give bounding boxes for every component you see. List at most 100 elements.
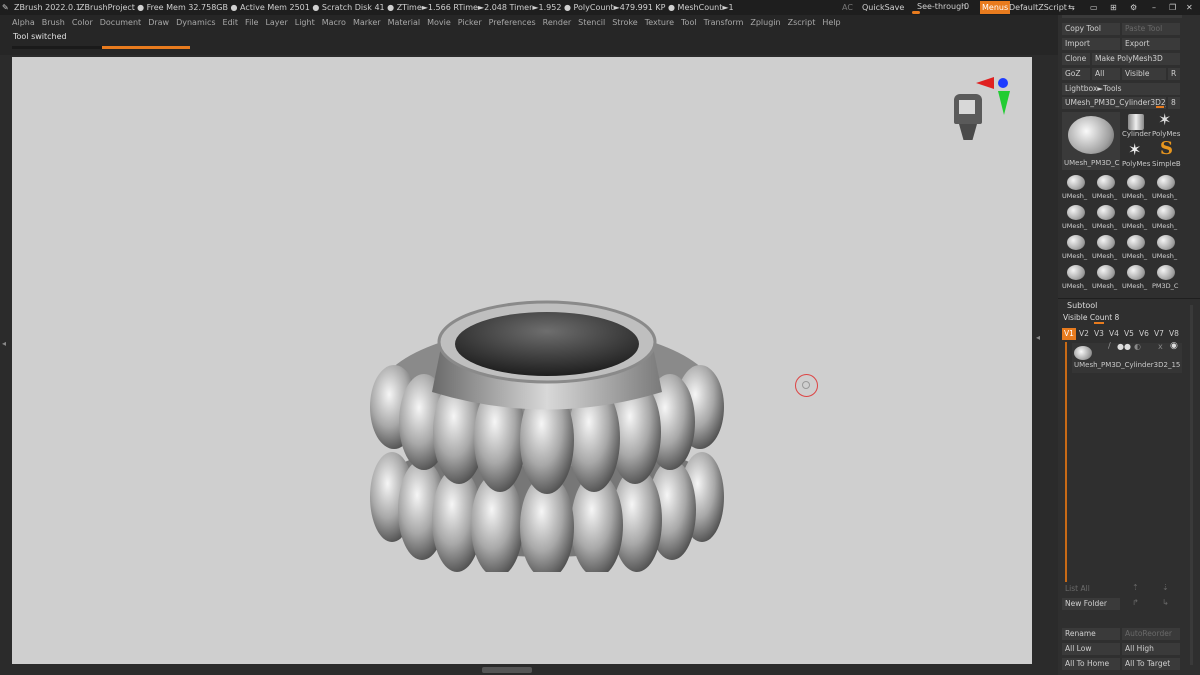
tool-thumb[interactable]: UMesh_ [1062, 202, 1090, 230]
quicksave-button[interactable]: QuickSave [862, 0, 904, 15]
restore-icon[interactable]: ❐ [1169, 0, 1176, 15]
left-shelf-toggle-icon[interactable]: ◂ [2, 339, 6, 348]
version-button-v8[interactable]: V8 [1167, 328, 1181, 340]
menu-item-draw[interactable]: Draw [148, 15, 169, 31]
canvas-viewport[interactable] [12, 57, 1032, 664]
version-button-v6[interactable]: V6 [1137, 328, 1151, 340]
layout-icon[interactable]: ▭ [1090, 0, 1098, 15]
autoreorder-button[interactable]: AutoReorder [1122, 628, 1180, 640]
menu-item-stroke[interactable]: Stroke [612, 15, 638, 31]
goz-button[interactable]: GoZ [1062, 68, 1090, 80]
tool-thumb[interactable]: UMesh_ [1152, 172, 1180, 200]
menu-item-dynamics[interactable]: Dynamics [176, 15, 215, 31]
version-button-v4[interactable]: V4 [1107, 328, 1121, 340]
menu-item-movie[interactable]: Movie [427, 15, 451, 31]
bottom-shelf-handle[interactable] [482, 667, 532, 673]
subtool-eye-icon[interactable]: ◉ [1170, 341, 1178, 351]
right-shelf-toggle-icon[interactable]: ◂ [1036, 333, 1040, 342]
menu-item-edit[interactable]: Edit [223, 15, 239, 31]
menu-item-zscript[interactable]: Zscript [788, 15, 816, 31]
polymesh-star-thumb-2[interactable]: ✶ PolyMes [1122, 140, 1150, 170]
tool-thumb[interactable]: UMesh_ [1062, 262, 1090, 290]
menu-item-picker[interactable]: Picker [458, 15, 482, 31]
menu-item-preferences[interactable]: Preferences [489, 15, 536, 31]
tool-thumb[interactable]: UMesh_ [1152, 232, 1180, 260]
settings-icon[interactable]: ⚙ [1130, 0, 1137, 15]
ac-toggle[interactable]: AC [842, 0, 853, 15]
all-to-target-button[interactable]: All To Target [1122, 658, 1180, 670]
view-icon[interactable]: ⊞ [1110, 0, 1117, 15]
tool-thumb[interactable]: UMesh_ [1092, 202, 1120, 230]
tool-thumb[interactable]: UMesh_ [1122, 202, 1150, 230]
subtool-half-icon[interactable]: ◐ [1134, 342, 1141, 351]
menu-item-texture[interactable]: Texture [645, 15, 674, 31]
layout-arrows-icon[interactable]: ⇆ [1068, 0, 1075, 15]
palette-scrollbar[interactable] [1190, 305, 1193, 665]
menu-item-marker[interactable]: Marker [353, 15, 381, 31]
minimize-icon[interactable]: – [1152, 0, 1156, 15]
goz-r-button[interactable]: R [1168, 68, 1180, 80]
copy-tool-button[interactable]: Copy Tool [1062, 23, 1120, 35]
new-folder-button[interactable]: New Folder [1062, 598, 1120, 610]
tool-thumb[interactable]: UMesh_ [1122, 232, 1150, 260]
tool-thumb[interactable]: UMesh_ [1092, 262, 1120, 290]
current-tool-slider[interactable]: UMesh_PM3D_Cylinder3D2_1 [1062, 97, 1166, 109]
version-button-v2[interactable]: V2 [1077, 328, 1091, 340]
tool-thumb[interactable]: UMesh_ [1122, 172, 1150, 200]
main-tool-thumbnail[interactable]: UMesh_PM3D_C [1062, 112, 1120, 170]
version-button-v7[interactable]: V7 [1152, 328, 1166, 340]
subtool-x-icon[interactable]: x [1158, 342, 1163, 351]
default-zscript-button[interactable]: DefaultZScript [1009, 0, 1067, 15]
clone-button[interactable]: Clone [1062, 53, 1090, 65]
make-polymesh-button[interactable]: Make PolyMesh3D [1092, 53, 1180, 65]
axis-gizmo[interactable] [972, 75, 1012, 117]
move-down-icon[interactable]: ⇣ [1162, 583, 1169, 592]
visible-count[interactable]: Visible Count 8 [1063, 313, 1119, 322]
subtool-scrollbar[interactable] [1065, 342, 1067, 582]
version-button-v5[interactable]: V5 [1122, 328, 1136, 340]
goz-visible-button[interactable]: Visible [1122, 68, 1166, 80]
menu-item-render[interactable]: Render [543, 15, 571, 31]
mesh-model[interactable] [362, 242, 732, 572]
arrow-down-right-icon[interactable]: ↳ [1162, 598, 1169, 607]
all-high-button[interactable]: All High [1122, 643, 1180, 655]
menu-item-color[interactable]: Color [72, 15, 93, 31]
subtool-item[interactable]: ∕ ●● ◐ x ◉ UMesh_PM3D_Cylinder3D2_15 [1072, 341, 1182, 373]
menu-item-macro[interactable]: Macro [322, 15, 346, 31]
simplebrush-thumb[interactable]: S SimpleB [1152, 138, 1181, 170]
tool-thumb[interactable]: UMesh_ [1062, 232, 1090, 260]
menu-item-tool[interactable]: Tool [681, 15, 697, 31]
goz-all-button[interactable]: All [1092, 68, 1120, 80]
all-to-home-button[interactable]: All To Home [1062, 658, 1120, 670]
menu-item-material[interactable]: Material [388, 15, 421, 31]
subtool-title[interactable]: Subtool [1067, 301, 1097, 310]
menu-item-document[interactable]: Document [100, 15, 141, 31]
menu-item-light[interactable]: Light [295, 15, 315, 31]
version-button-v3[interactable]: V3 [1092, 328, 1106, 340]
move-up-icon[interactable]: ⇡ [1132, 583, 1139, 592]
import-button[interactable]: Import [1062, 38, 1120, 50]
menu-item-file[interactable]: File [245, 15, 258, 31]
lightbox-tools-button[interactable]: Lightbox►Tools [1062, 83, 1180, 95]
list-all-button[interactable]: List All [1062, 583, 1120, 595]
menu-item-zplugin[interactable]: Zplugin [750, 15, 780, 31]
menu-item-alpha[interactable]: Alpha [12, 15, 35, 31]
subtool-brush-icon[interactable]: ∕ [1108, 341, 1111, 350]
tool-thumb[interactable]: UMesh_ [1062, 172, 1090, 200]
tool-thumb[interactable]: UMesh_ [1122, 262, 1150, 290]
menu-item-stencil[interactable]: Stencil [578, 15, 605, 31]
all-low-button[interactable]: All Low [1062, 643, 1120, 655]
close-icon[interactable]: ✕ [1186, 0, 1193, 15]
tool-thumb[interactable]: UMesh_ [1092, 172, 1120, 200]
menu-item-brush[interactable]: Brush [42, 15, 65, 31]
paste-tool-button[interactable]: Paste Tool [1122, 23, 1180, 35]
menu-item-transform[interactable]: Transform [704, 15, 744, 31]
arrow-up-right-icon[interactable]: ↱ [1132, 598, 1139, 607]
tool-thumb[interactable]: UMesh_ [1152, 202, 1180, 230]
subtool-dots-icon[interactable]: ●● [1117, 342, 1131, 351]
export-button[interactable]: Export [1122, 38, 1180, 50]
menus-button[interactable]: Menus [980, 1, 1011, 14]
menu-item-layer[interactable]: Layer [265, 15, 287, 31]
rename-button[interactable]: Rename [1062, 628, 1120, 640]
version-button-v1[interactable]: V1 [1062, 328, 1076, 340]
